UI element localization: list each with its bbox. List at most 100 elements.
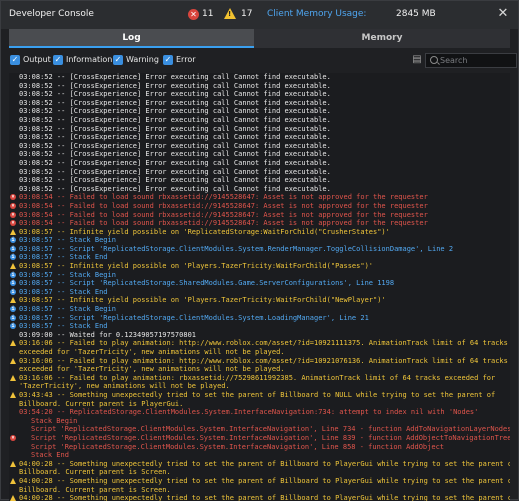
warning-icon [10,297,16,304]
memory-usage-label: Client Memory Usage: [267,9,367,19]
log-line-text: 03:08:57 -- Stack End [19,322,108,331]
log-line: 03:08:52 -- [CrossExperience] Error exec… [9,107,510,116]
info-icon: i [10,280,16,287]
information-checkbox[interactable]: ✓ [53,55,63,65]
log-line-text: Script 'ReplicatedStorage.ClientModules.… [31,425,510,434]
log-line-text: 03:16:06 -- Failed to play animation: ht… [19,339,508,348]
log-line: 03:08:57 -- Infinite yield possible on '… [9,296,510,305]
log-line: Script 'ReplicatedStorage.ClientModules.… [9,425,510,434]
log-line: 03:08:52 -- [CrossExperience] Error exec… [9,133,510,142]
log-line-text: Script 'ReplicatedStorage.ClientModules.… [31,442,445,451]
warning-checkbox[interactable]: ✓ [113,55,123,65]
log-line: × 03:08:54 -- Failed to load sound rbxass… [9,211,510,220]
error-checkbox[interactable]: ✓ [163,55,173,65]
log-line: × 03:08:54 -- Failed to load sound rbxass… [9,193,510,202]
log-line-text: 03:16:06 -- Failed to play animation: ht… [19,356,508,365]
log-line: 04:00:28 -- Something unexpectedly tried… [9,477,510,486]
log-line-text: 03:16:06 -- Failed to play animation: rb… [19,373,496,382]
log-line-text: 03:08:52 -- [CrossExperience] Error exec… [19,133,331,142]
log-line-text: 03:08:54 -- Failed to load sound rbxasse… [19,193,428,202]
log-line: 03:08:52 -- [CrossExperience] Error exec… [9,90,510,99]
log-line: Script 'ReplicatedStorage.ClientModules.… [9,434,510,443]
log-line-text: 03:08:52 -- [CrossExperience] Error exec… [19,90,331,99]
log-line: exceeded for 'TazerTricity', new animati… [9,365,510,374]
log-line: exceeded for 'TazerTricity', new animati… [9,348,510,357]
log-line: i 03:08:57 -- Stack End [9,322,510,331]
log-line-text: 03:08:54 -- Failed to load sound rbxasse… [19,201,428,210]
log-line: 03:54:20 -- ReplicatedStorage.ClientModu… [9,408,510,417]
log-line: Stack End [9,451,510,460]
log-line-text: Billboard. Current parent is PlayerGui. [19,399,184,408]
log-line: 03:08:52 -- [CrossExperience] Error exec… [9,168,510,177]
error-icon: × [10,220,16,227]
log-line-text: 03:08:57 -- Stack End [19,253,108,262]
log-output-panel[interactable]: 03:08:52 -- [CrossExperience] Error exec… [9,73,510,501]
warning-count: 17 [241,9,253,19]
log-line: 03:16:06 -- Failed to play animation: ht… [9,339,510,348]
close-icon[interactable]: ✕ [495,6,511,22]
log-line-text: Stack End [31,451,69,460]
log-filter-bar: ✓ Output ✓ Information ✓ Warning ✓ Error… [9,51,517,71]
filter-icon[interactable]: ▤ [410,53,424,67]
log-line-text: 03:08:52 -- [CrossExperience] Error exec… [19,124,331,133]
log-line: 03:08:52 -- [CrossExperience] Error exec… [9,116,510,125]
title-bar[interactable]: Developer Console ✕ 11 ! 17 Client Memor… [1,1,518,29]
log-line: 'TazerTricity', new animations will not … [9,382,510,391]
log-line: i 03:08:57 -- Stack Begin [9,271,510,280]
log-line: 04:00:28 -- Something unexpectedly tried… [9,460,510,469]
output-checkbox[interactable]: ✓ [10,55,20,65]
information-filter-label: Information [66,55,113,64]
log-line-text: 03:08:52 -- [CrossExperience] Error exec… [19,115,331,124]
error-filter-label: Error [176,55,196,64]
log-line-text: 03:08:57 -- Infinite yield possible on '… [19,296,386,305]
log-line-text: 03:08:57 -- Infinite yield possible on '… [19,227,390,236]
log-line-text: 03:08:52 -- [CrossExperience] Error exec… [19,141,331,150]
log-line: 03:08:52 -- [CrossExperience] Error exec… [9,185,510,194]
log-line: 03:08:52 -- [CrossExperience] Error exec… [9,150,510,159]
log-line: 03:08:52 -- [CrossExperience] Error exec… [9,125,510,134]
log-line: i 03:08:57 -- Stack Begin [9,236,510,245]
developer-console-window: Developer Console ✕ 11 ! 17 Client Memor… [0,0,519,501]
log-line-text: 'TazerTricity', new animations will not … [19,382,230,391]
log-line-text: 03:09:00 -- Waited for 0.123490571975708… [19,330,197,339]
warning-icon [10,357,16,364]
search-input[interactable] [440,54,514,67]
log-line: Billboard. Current parent is Screen. [9,486,510,495]
info-icon: i [10,323,16,330]
log-line-text: 03:08:54 -- Failed to load sound rbxasse… [19,219,428,228]
log-line: 03:08:52 -- [CrossExperience] Error exec… [9,99,510,108]
log-line-text: Script 'ReplicatedStorage.ClientModules.… [31,433,510,442]
log-line-text: 03:08:52 -- [CrossExperience] Error exec… [19,167,331,176]
warning-icon [10,477,16,484]
log-line-text: Billboard. Current parent is Screen. [19,485,171,494]
warning-icon [10,228,16,235]
log-line: 03:08:52 -- [CrossExperience] Error exec… [9,142,510,151]
log-line: 03:16:06 -- Failed to play animation: ht… [9,357,510,366]
tab-bar: Log Memory [9,29,510,48]
log-line-text: 04:00:28 -- Something unexpectedly tried… [19,459,510,468]
warning-icon [10,374,16,381]
warning-icon [10,340,16,347]
log-line: 03:08:52 -- [CrossExperience] Error exec… [9,159,510,168]
log-line-text: Billboard. Current parent is Screen. [19,468,171,477]
warning-mark-glyph: ! [228,10,232,18]
warning-icon [10,495,16,501]
error-icon: × [10,211,16,218]
tab-memory[interactable]: Memory [254,29,510,48]
log-line-text: 03:08:52 -- [CrossExperience] Error exec… [19,184,331,193]
log-line-text: 04:00:28 -- Something unexpectedly tried… [19,476,510,485]
error-icon: × [10,434,16,441]
log-line: 03:08:52 -- [CrossExperience] Error exec… [9,73,510,82]
log-line: 03:08:57 -- Infinite yield possible on '… [9,262,510,271]
search-box[interactable] [425,53,517,68]
log-line: i 03:08:57 -- Stack Begin [9,305,510,314]
info-icon: i [10,254,16,261]
active-tab-indicator [9,46,254,48]
search-icon [430,56,438,64]
log-line-text: exceeded for 'TazerTricity', new animati… [19,365,285,374]
log-line-text: 03:08:52 -- [CrossExperience] Error exec… [19,98,331,107]
warning-icon [10,460,16,467]
log-line-text: 03:08:57 -- Stack Begin [19,305,116,314]
log-line: 03:09:00 -- Waited for 0.123490571975708… [9,331,510,340]
log-line: i 03:08:57 -- Script 'ReplicatedStorage.C… [9,314,510,323]
